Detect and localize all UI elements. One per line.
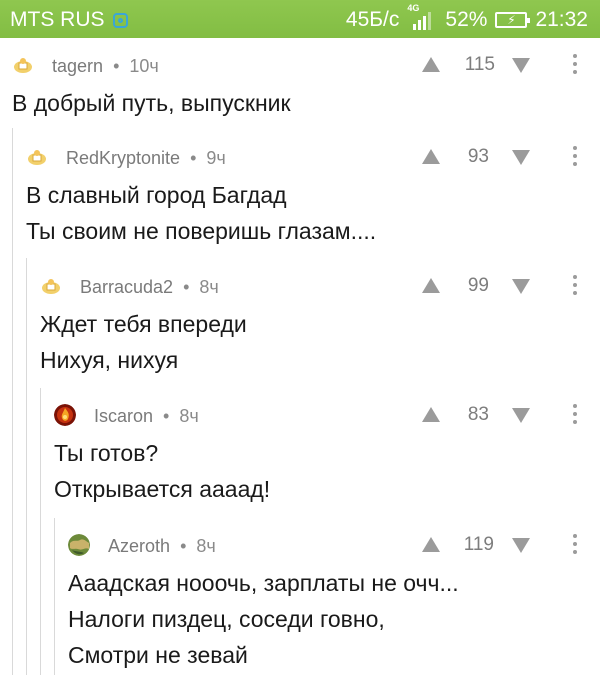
- comment-time: 10ч: [129, 56, 159, 76]
- downvote-icon[interactable]: [510, 146, 532, 168]
- more-options-icon[interactable]: [568, 273, 582, 299]
- status-bar: MTS RUS 45Б/с 4G 52% ⚡ 21:32: [0, 0, 600, 38]
- comment-body: Ждет тебя впереди Нихуя, нихуя: [40, 309, 247, 381]
- clock: 21:32: [535, 8, 588, 31]
- comment-header: Iscaron • 8ч 83: [54, 402, 600, 432]
- meta-separator: •: [175, 536, 192, 556]
- downvote-icon[interactable]: [510, 534, 532, 556]
- battery-percent: 52%: [445, 8, 488, 31]
- comment: Barracuda2 • 8ч 99 Ждет тебя впереди Них…: [40, 273, 600, 385]
- comment-author[interactable]: tagern: [52, 56, 103, 76]
- more-options-icon[interactable]: [568, 402, 582, 428]
- comment-text-line: Ждет тебя впереди: [40, 311, 247, 337]
- comment-text-line: В славный город Багдад: [26, 182, 287, 208]
- comment-text-line: Открывается аааад!: [54, 476, 271, 502]
- meta-separator: •: [158, 406, 175, 426]
- carrier-name: MTS RUS: [10, 8, 105, 31]
- comment-meta: Azeroth • 8ч: [108, 536, 216, 557]
- comment-rating: 99: [467, 275, 489, 296]
- comment-text-line: В добрый путь, выпускник: [12, 90, 291, 116]
- thread-line: [54, 518, 55, 675]
- more-options-icon[interactable]: [568, 144, 582, 170]
- network-speed: 45Б/с: [345, 8, 400, 31]
- avatar-default-icon[interactable]: [40, 275, 62, 297]
- more-options-icon[interactable]: [568, 52, 582, 78]
- downvote-icon[interactable]: [510, 54, 532, 76]
- comment-text-line: Налоги пиздец, соседи говно,: [68, 606, 385, 632]
- thread-line: [26, 258, 27, 675]
- comment-rating: 119: [463, 534, 494, 555]
- downvote-icon[interactable]: [510, 275, 532, 297]
- comment-time: 8ч: [179, 406, 199, 426]
- comment-text-line: Смотри не зевай: [68, 642, 248, 668]
- avatar-world-icon[interactable]: [68, 534, 90, 556]
- upvote-icon[interactable]: [420, 534, 442, 556]
- comment-body: В славный город Багдад Ты своим не повер…: [26, 180, 376, 252]
- thread-line: [12, 128, 13, 675]
- comment-body: Ааадская нооочь, зарплаты не очч... Нало…: [68, 568, 459, 676]
- comment-time: 8ч: [196, 536, 216, 556]
- comment-body: В добрый путь, выпускник: [12, 88, 291, 124]
- comment-text-line: Ааадская нооочь, зарплаты не очч...: [68, 570, 459, 596]
- comment-author[interactable]: Iscaron: [94, 406, 153, 426]
- comment: Iscaron • 8ч 83 Ты готов? Открывается аа…: [54, 402, 600, 514]
- upvote-icon[interactable]: [420, 404, 442, 426]
- comment: Azeroth • 8ч 119 Ааадская нооочь, зарпла…: [68, 532, 600, 675]
- comment-author[interactable]: RedKryptonite: [66, 148, 180, 168]
- comment-text-line: Нихуя, нихуя: [40, 347, 179, 373]
- downvote-icon[interactable]: [510, 404, 532, 426]
- comment-header: tagern • 10ч 115: [12, 52, 600, 82]
- signal-bars-icon: 4G: [407, 3, 437, 31]
- comment-author[interactable]: Azeroth: [108, 536, 170, 556]
- avatar-default-icon[interactable]: [26, 146, 48, 168]
- meta-separator: •: [185, 148, 202, 168]
- comment-rating: 93: [467, 146, 489, 167]
- meta-separator: •: [108, 56, 125, 76]
- meta-separator: •: [178, 277, 195, 297]
- comment-time: 8ч: [199, 277, 219, 297]
- comment-author[interactable]: Barracuda2: [80, 277, 173, 297]
- upvote-icon[interactable]: [420, 54, 442, 76]
- comment-meta: tagern • 10ч: [52, 56, 159, 77]
- comment: RedKryptonite • 9ч 93 В славный город Ба…: [26, 144, 600, 256]
- battery-charging-icon: ⚡: [495, 12, 531, 28]
- carrier-app-icon: [112, 12, 128, 28]
- comment-meta: Iscaron • 8ч: [94, 406, 199, 427]
- comment-text-line: Ты своим не поверишь глазам....: [26, 218, 377, 244]
- comment-text-line: Ты готов?: [54, 440, 159, 466]
- comment-body: Ты готов? Открывается аааад!: [54, 438, 270, 510]
- avatar-flame-icon[interactable]: [54, 404, 76, 426]
- comment: tagern • 10ч 115 В добрый путь, выпускни…: [12, 52, 600, 128]
- comment-header: Azeroth • 8ч 119: [68, 532, 600, 562]
- comment-time: 9ч: [206, 148, 226, 168]
- comment-rating: 115: [464, 54, 495, 75]
- comment-header: Barracuda2 • 8ч 99: [40, 273, 600, 303]
- comment-meta: RedKryptonite • 9ч: [66, 148, 226, 169]
- thread-line: [40, 388, 41, 675]
- comment-rating: 83: [467, 404, 489, 425]
- comment-meta: Barracuda2 • 8ч: [80, 277, 219, 298]
- upvote-icon[interactable]: [420, 146, 442, 168]
- avatar-default-icon[interactable]: [12, 54, 34, 76]
- comment-header: RedKryptonite • 9ч 93: [26, 144, 600, 174]
- upvote-icon[interactable]: [420, 275, 442, 297]
- more-options-icon[interactable]: [568, 532, 582, 558]
